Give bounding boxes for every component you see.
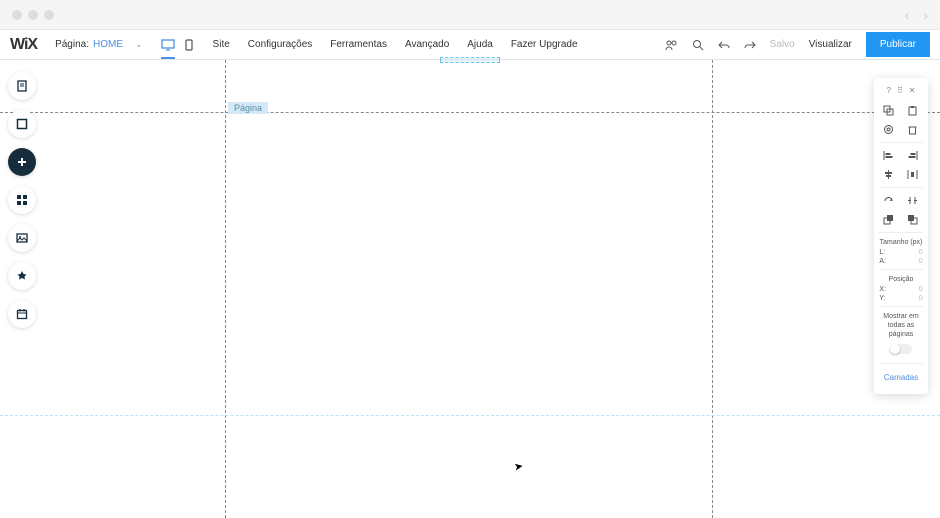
- undo-icon[interactable]: [718, 39, 730, 51]
- send-backward-icon[interactable]: [907, 214, 919, 225]
- x-field[interactable]: X:0: [879, 285, 922, 294]
- align-left-icon[interactable]: [883, 150, 895, 161]
- width-field[interactable]: L:0: [879, 248, 922, 257]
- topbar: WiX Página: HOME ⌄ Site Configurações Fe…: [0, 30, 940, 60]
- chevron-down-icon: ⌄: [135, 39, 143, 50]
- page-label-badge[interactable]: Página: [228, 102, 268, 114]
- menu-ajuda[interactable]: Ajuda: [467, 39, 493, 50]
- forward-button[interactable]: ›: [923, 7, 928, 23]
- background-icon[interactable]: [8, 110, 36, 138]
- minimize-window-icon[interactable]: [28, 10, 38, 20]
- collab-icon[interactable]: [664, 39, 678, 51]
- right-properties-panel: ? ⠿ ✕ Tamanho (px) L:0 A:0 Posição X:0 Y…: [874, 78, 928, 394]
- close-window-icon[interactable]: [12, 10, 22, 20]
- flip-icon[interactable]: [907, 195, 919, 206]
- redo-icon[interactable]: [744, 39, 756, 51]
- menu-site[interactable]: Site: [213, 39, 230, 50]
- position-section-title: Posição: [889, 273, 914, 285]
- help-icon[interactable]: ?: [886, 86, 890, 95]
- page-selector-label: Página:: [55, 39, 89, 50]
- align-center-h-icon[interactable]: [883, 169, 895, 180]
- close-icon[interactable]: ✕: [909, 86, 916, 95]
- menu-upgrade[interactable]: Fazer Upgrade: [511, 39, 578, 50]
- bookings-icon[interactable]: [8, 300, 36, 328]
- rotate-icon[interactable]: [883, 195, 895, 206]
- y-field[interactable]: Y:0: [879, 294, 922, 303]
- menu-ferramentas[interactable]: Ferramentas: [330, 39, 387, 50]
- mobile-icon[interactable]: [185, 39, 193, 51]
- pages-icon[interactable]: [8, 72, 36, 100]
- duplicate-icon[interactable]: [883, 124, 895, 135]
- show-all-toggle[interactable]: [890, 344, 912, 354]
- save-status: Salvo: [770, 39, 795, 50]
- maximize-window-icon[interactable]: [44, 10, 54, 20]
- bring-forward-icon[interactable]: [883, 214, 895, 225]
- guide-vertical-right: [712, 60, 713, 518]
- height-field[interactable]: A:0: [879, 257, 922, 266]
- menu-avancado[interactable]: Avançado: [405, 39, 449, 50]
- menu-config[interactable]: Configurações: [248, 39, 312, 50]
- add-icon[interactable]: [8, 148, 36, 176]
- align-right-icon[interactable]: [907, 150, 919, 161]
- guide-horizontal: [0, 112, 940, 113]
- delete-icon[interactable]: [907, 124, 919, 135]
- size-section-title: Tamanho (px): [880, 236, 923, 248]
- blog-icon[interactable]: [8, 262, 36, 290]
- apps-icon[interactable]: [8, 186, 36, 214]
- paste-icon[interactable]: [907, 105, 919, 116]
- distribute-h-icon[interactable]: [907, 169, 919, 180]
- page-selector[interactable]: Página: HOME ⌄: [55, 39, 142, 50]
- preview-button[interactable]: Visualizar: [809, 39, 852, 50]
- browser-nav: ‹ ›: [905, 7, 928, 23]
- main-menu: Site Configurações Ferramentas Avançado …: [213, 39, 578, 50]
- show-all-pages-label: Mostrar em todas as páginas: [874, 310, 928, 341]
- device-switcher: [161, 39, 193, 51]
- publish-button[interactable]: Publicar: [866, 32, 930, 57]
- search-icon[interactable]: [692, 39, 704, 51]
- back-button[interactable]: ‹: [905, 7, 910, 23]
- cursor-icon: ➤: [513, 459, 524, 473]
- browser-chrome: ‹ ›: [0, 0, 940, 30]
- wix-logo[interactable]: WiX: [10, 36, 37, 54]
- media-icon[interactable]: [8, 224, 36, 252]
- topbar-right: Salvo Visualizar Publicar: [664, 32, 930, 57]
- guide-vertical-left: [225, 60, 226, 518]
- drag-handle-icon[interactable]: ⠿: [897, 86, 903, 95]
- guide-fold: [0, 415, 940, 416]
- traffic-lights: [12, 10, 54, 20]
- copy-icon[interactable]: [883, 105, 895, 116]
- selection-handle[interactable]: [440, 57, 500, 63]
- left-toolbar: [8, 72, 36, 328]
- layers-link[interactable]: Camadas: [884, 367, 918, 388]
- desktop-icon[interactable]: [161, 39, 175, 59]
- editor-canvas[interactable]: Página ➤: [0, 60, 940, 518]
- page-selector-current: HOME: [93, 39, 123, 50]
